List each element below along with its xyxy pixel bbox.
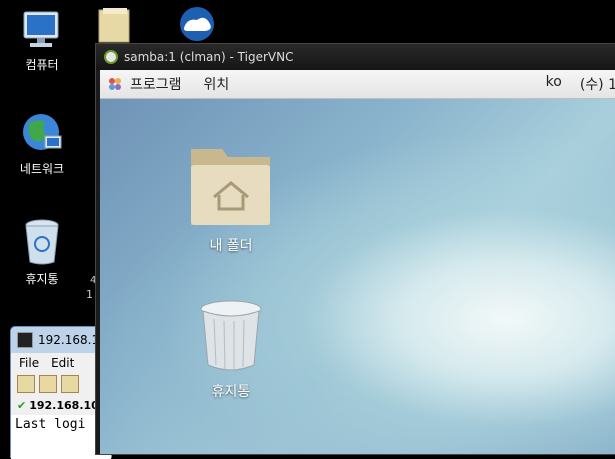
terminal-icon [17, 332, 33, 348]
partial-text: 1 [86, 288, 93, 301]
menu-file[interactable]: File [19, 356, 39, 370]
keyboard-layout-indicator[interactable]: ko [546, 74, 562, 94]
menu-edit[interactable]: Edit [51, 356, 74, 370]
trash-icon [200, 300, 262, 371]
recycle-bin-icon [25, 219, 59, 265]
applications-menu[interactable]: 프로그램 [130, 74, 182, 94]
desktop-icon-trash[interactable]: 휴지통 [171, 299, 291, 401]
desktop-icon-recycle-bin[interactable]: 휴지통 [2, 218, 82, 287]
cloud-app-icon [180, 7, 214, 41]
applications-menu-icon [109, 78, 121, 90]
computer-icon [23, 11, 59, 47]
tigervnc-logo-icon [104, 50, 118, 64]
desktop-icon-computer[interactable]: 컴퓨터 [2, 8, 82, 73]
remote-desktop[interactable]: 내 폴더 휴지통 [100, 99, 615, 454]
desktop-icon-network[interactable]: 네트워크 [2, 110, 82, 177]
desktop-icon-label: 휴지통 [25, 272, 59, 286]
folder-icon [98, 8, 130, 43]
desktop-icon-label: 내 폴더 [209, 238, 253, 254]
desktop-icon-label: 컴퓨터 [25, 58, 59, 72]
vnc-window[interactable]: samba:1 (clman) - TigerVNC 프로그램 위치 ko (수… [95, 43, 615, 455]
top-panel: 프로그램 위치 ko (수) 1 [100, 70, 615, 99]
terminal-text: Last logi [15, 417, 86, 432]
window-titlebar[interactable]: samba:1 (clman) - TigerVNC [96, 44, 615, 70]
network-globe-icon [23, 114, 62, 150]
window-title: samba:1 (clman) - TigerVNC [124, 50, 294, 64]
duplicate-icon[interactable] [39, 375, 57, 393]
home-folder-icon [191, 149, 270, 225]
desktop-icon-label: 네트워크 [19, 162, 65, 176]
desktop-icon-home-folder[interactable]: 내 폴더 [171, 145, 291, 255]
desktop-icon-app[interactable] [157, 4, 237, 44]
clock[interactable]: (수) 1 [580, 74, 615, 94]
folder-icon[interactable] [61, 375, 79, 393]
checkmark-icon: ✔ [17, 398, 27, 412]
desktop-icon-label: 휴지통 [211, 384, 251, 400]
remote-screen[interactable]: 프로그램 위치 ko (수) 1 내 폴더 휴지통 [100, 70, 615, 454]
places-menu[interactable]: 위치 [204, 74, 230, 94]
session-tab-label: 192.168.10 [29, 398, 99, 412]
desktop-icon-folder[interactable] [75, 4, 155, 44]
new-session-icon[interactable] [17, 375, 35, 393]
